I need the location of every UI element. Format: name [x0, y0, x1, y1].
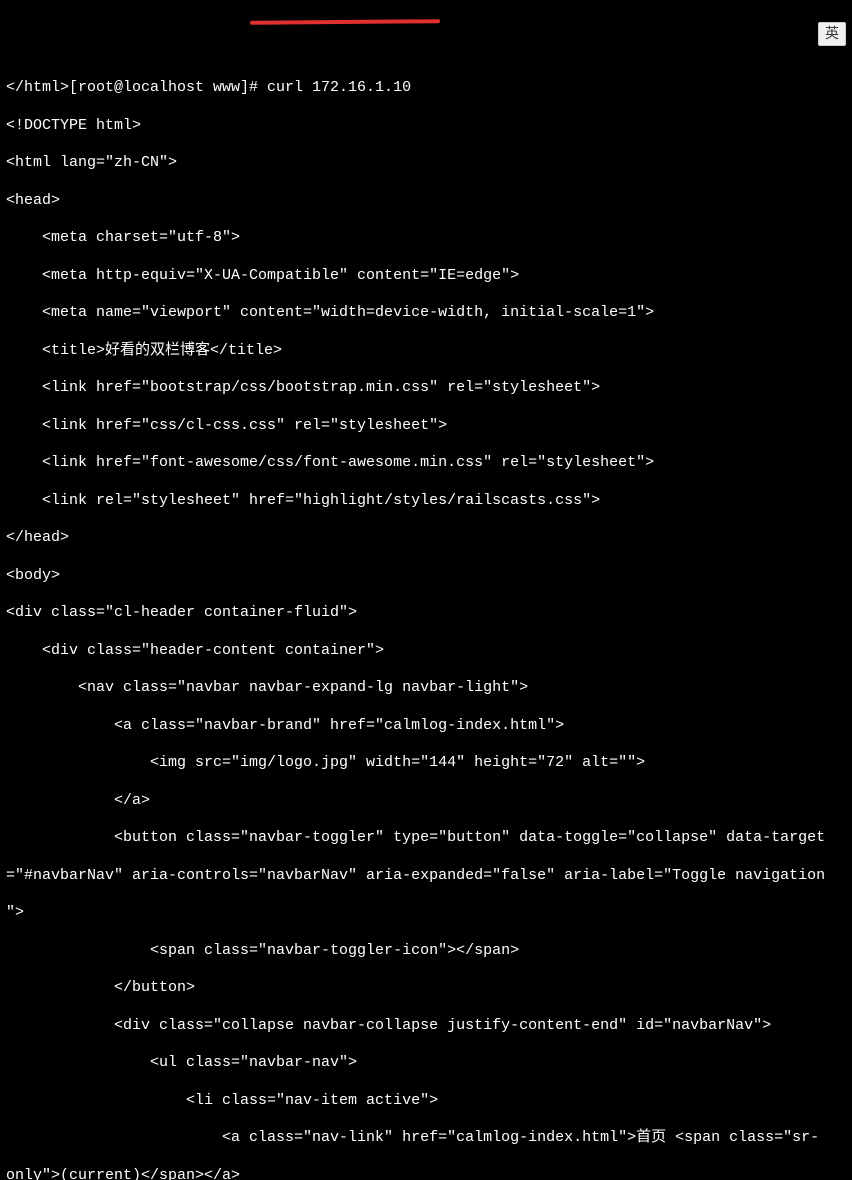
output-line: <link href="css/cl-css.css" rel="stylesh…: [6, 417, 846, 436]
output-line: <img src="img/logo.jpg" width="144" heig…: [6, 754, 846, 773]
output-line: <meta charset="utf-8">: [6, 229, 846, 248]
output-line: <link href="font-awesome/css/font-awesom…: [6, 454, 846, 473]
output-line: <link rel="stylesheet" href="highlight/s…: [6, 492, 846, 511]
output-line: <head>: [6, 192, 846, 211]
output-line: <meta http-equiv="X-UA-Compatible" conte…: [6, 267, 846, 286]
output-line: <meta name="viewport" content="width=dev…: [6, 304, 846, 323]
output-line: <body>: [6, 567, 846, 586]
terminal-prompt-line[interactable]: </html>[root@localhost www]# curl 172.16…: [6, 79, 846, 98]
output-line: <title>好看的双栏博客</title>: [6, 342, 846, 361]
annotation-underline: [250, 19, 440, 25]
output-line: ">: [6, 904, 846, 923]
output-line: <div class="header-content container">: [6, 642, 846, 661]
ime-indicator[interactable]: 英: [818, 22, 846, 46]
output-line: <button class="navbar-toggler" type="but…: [6, 829, 846, 848]
output-line: <!DOCTYPE html>: [6, 117, 846, 136]
output-line: <ul class="navbar-nav">: [6, 1054, 846, 1073]
output-line: <a class="navbar-brand" href="calmlog-in…: [6, 717, 846, 736]
output-line: <li class="nav-item active">: [6, 1092, 846, 1111]
output-line: <div class="collapse navbar-collapse jus…: [6, 1017, 846, 1036]
output-line: <link href="bootstrap/css/bootstrap.min.…: [6, 379, 846, 398]
output-line: </button>: [6, 979, 846, 998]
output-line: </head>: [6, 529, 846, 548]
output-line: <nav class="navbar navbar-expand-lg navb…: [6, 679, 846, 698]
output-line: ="#navbarNav" aria-controls="navbarNav" …: [6, 867, 846, 886]
output-line: <a class="nav-link" href="calmlog-index.…: [6, 1129, 846, 1148]
output-line: </a>: [6, 792, 846, 811]
output-line: <span class="navbar-toggler-icon"></span…: [6, 942, 846, 961]
output-line: <html lang="zh-CN">: [6, 154, 846, 173]
output-line: only">(current)</span></a>: [6, 1167, 846, 1180]
output-line: <div class="cl-header container-fluid">: [6, 604, 846, 623]
